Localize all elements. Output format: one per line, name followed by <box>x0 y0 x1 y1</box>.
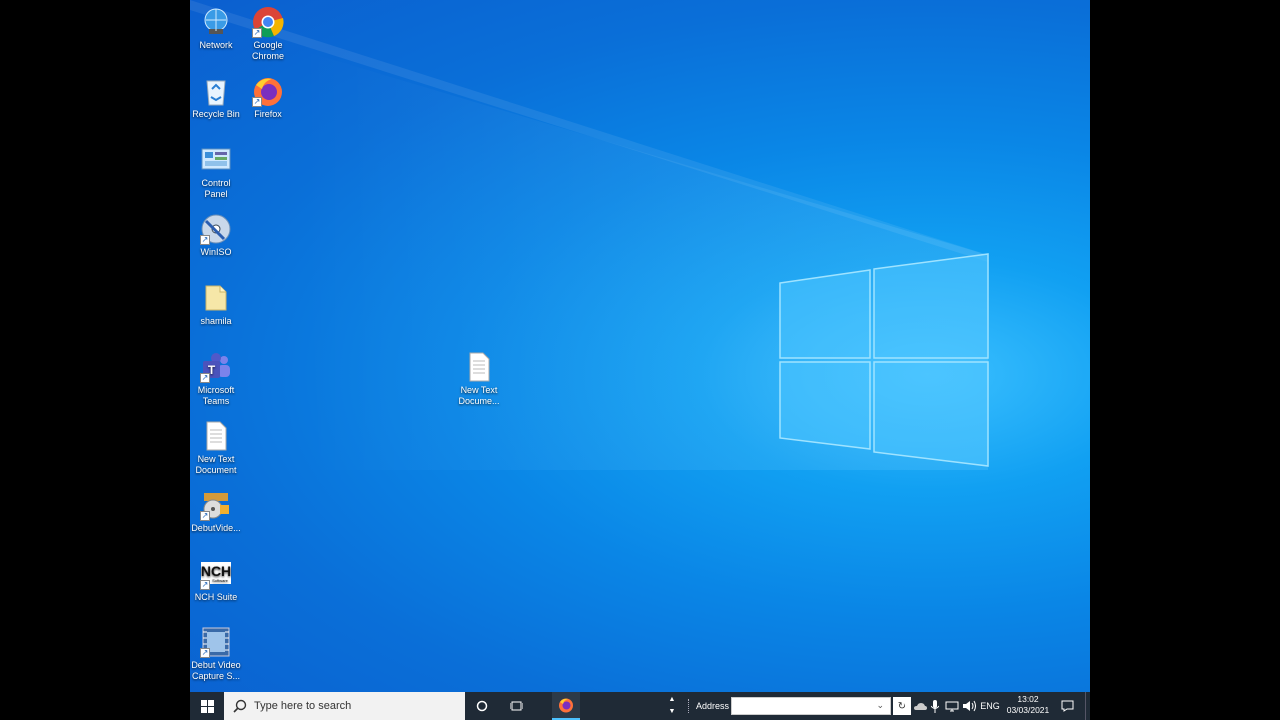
address-input[interactable]: ⌄ <box>731 697 891 715</box>
desktop-icon-google-chrome[interactable]: ↗ Google Chrome <box>242 6 294 61</box>
taskbar-search-box[interactable]: Type here to search <box>224 692 465 720</box>
desktop-icon-recycle-bin[interactable]: Recycle Bin <box>190 75 242 120</box>
task-view-icon <box>509 701 523 711</box>
firefox-icon <box>559 698 573 713</box>
control-panel-icon <box>200 144 232 176</box>
clock-date: 03/03/2021 <box>1006 705 1050 715</box>
microphone-icon <box>931 699 939 713</box>
show-desktop-button[interactable] <box>1085 692 1090 720</box>
svg-text:NCH: NCH <box>201 563 231 579</box>
windows-logo-wallpaper <box>190 0 989 470</box>
desktop-icon-new-text-document-2[interactable]: New Text Docume... <box>453 351 505 406</box>
taskbar-firefox-button[interactable] <box>552 692 580 720</box>
shortcut-arrow-icon: ↗ <box>252 97 262 107</box>
speaker-volume-icon <box>963 700 976 712</box>
chevron-up-icon[interactable]: ▲ <box>669 694 676 706</box>
desktop-icon-shamila[interactable]: shamila <box>190 282 242 327</box>
cortana-button[interactable] <box>467 692 497 720</box>
nch-suite-icon: NCH Software ↗ <box>200 558 232 590</box>
notification-icon <box>1061 700 1073 712</box>
clock[interactable]: 13:02 03/03/2021 <box>1004 694 1052 716</box>
address-label: Address <box>696 701 730 711</box>
desktop-icon-firefox[interactable]: ↗ Firefox <box>242 75 294 120</box>
recycle-bin-icon <box>200 75 232 107</box>
shortcut-arrow-icon: ↗ <box>200 235 210 245</box>
start-button[interactable] <box>190 692 224 720</box>
shortcut-arrow-icon: ↗ <box>200 580 210 590</box>
clock-time: 13:02 <box>1017 694 1039 704</box>
debut-video-icon: ↗ <box>200 489 232 521</box>
chevron-up-icon: ^ <box>901 701 907 711</box>
svg-text:Software: Software <box>212 578 229 583</box>
desktop-icon-debutvideo[interactable]: ↗ DebutVide... <box>190 489 242 534</box>
task-view-button[interactable] <box>501 692 531 720</box>
network-monitor-icon <box>945 701 959 711</box>
folder-icon <box>200 282 232 314</box>
shortcut-arrow-icon: ↗ <box>200 511 210 521</box>
desktop-icon-debut-video-capture[interactable]: ↗ Debut Video Capture S... <box>190 626 242 681</box>
volume-tray-button[interactable] <box>961 692 977 720</box>
chevron-down-icon[interactable]: ▼ <box>669 706 676 718</box>
toolbar-scroll-buttons[interactable]: ▲ ▼ <box>666 692 678 720</box>
chrome-icon: ↗ <box>252 6 284 38</box>
desktop-icon-new-text-document[interactable]: New Text Document <box>190 420 242 475</box>
search-icon <box>233 699 247 713</box>
desktop-screen: Network ↗ Google Chrome Recycle Bin ↗ Fi… <box>190 0 1090 720</box>
onedrive-tray-button[interactable] <box>913 692 927 720</box>
taskbar: Type here to search ▲ ▼ Address ⌄ ↻ ^ EN… <box>190 692 1090 720</box>
network-tray-button[interactable] <box>944 692 960 720</box>
desktop-icon-control-panel[interactable]: Control Panel <box>190 144 242 199</box>
desktop-icon-network[interactable]: Network <box>190 6 242 51</box>
debut-capture-icon: ↗ <box>200 626 232 658</box>
network-icon <box>200 6 232 38</box>
show-hidden-icons-button[interactable]: ^ <box>897 692 911 720</box>
microphone-tray-button[interactable] <box>929 692 941 720</box>
shortcut-arrow-icon: ↗ <box>252 28 262 38</box>
toolbar-grip[interactable] <box>687 692 691 720</box>
desktop-icon-nch-suite[interactable]: NCH Software ↗ NCH Suite <box>190 558 242 603</box>
cortana-circle-icon <box>476 700 488 712</box>
search-placeholder: Type here to search <box>254 700 352 712</box>
winiso-icon: ↗ <box>200 213 232 245</box>
shortcut-arrow-icon: ↗ <box>200 373 210 383</box>
text-document-icon <box>200 420 232 452</box>
shortcut-arrow-icon: ↗ <box>200 648 210 658</box>
action-center-button[interactable] <box>1056 692 1078 720</box>
language-indicator[interactable]: ENG <box>979 692 1001 720</box>
grip-dots <box>688 699 690 713</box>
onedrive-cloud-icon <box>913 702 927 710</box>
firefox-icon: ↗ <box>252 75 284 107</box>
desktop-icon-winiso[interactable]: ↗ WinISO <box>190 213 242 258</box>
text-document-icon <box>463 351 495 383</box>
chevron-down-icon[interactable]: ⌄ <box>876 700 884 711</box>
desktop-icon-microsoft-teams[interactable]: T ↗ Microsoft Teams <box>190 351 242 406</box>
windows-start-icon <box>200 699 214 713</box>
teams-icon: T ↗ <box>200 351 232 383</box>
